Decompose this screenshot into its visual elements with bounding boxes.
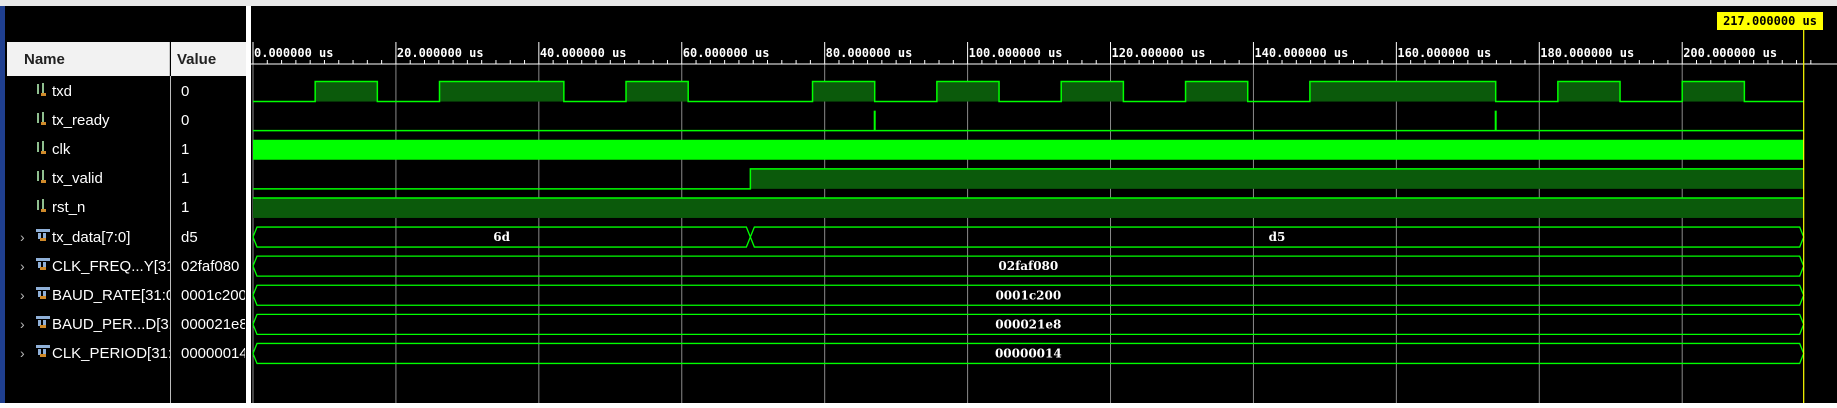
- signal-row-name[interactable]: tx_ready: [20, 106, 170, 135]
- bus-icon: [34, 281, 52, 309]
- left-edge-bar: [0, 6, 5, 403]
- signal-name-label: CLK_FREQ...Y[31:0]: [52, 257, 170, 275]
- column-header-value-label: Value: [177, 51, 217, 68]
- signal-name-label: clk: [52, 141, 71, 159]
- signal-row-value[interactable]: d5: [181, 223, 245, 252]
- signal-name-label: BAUD_RATE[31:0]: [52, 286, 170, 304]
- ruler-tick-label: 40.000000 us: [540, 46, 627, 60]
- signal-row-value[interactable]: 0: [181, 77, 245, 106]
- signal-row-value[interactable]: 0: [181, 106, 245, 135]
- bus-icon: [34, 310, 52, 338]
- waveform-high-fill: [315, 81, 378, 102]
- column-header-name[interactable]: Name: [7, 42, 170, 76]
- signal-name-label: txd: [52, 83, 73, 100]
- signal-row-name[interactable]: › CLK_FREQ...Y[31:0]: [20, 252, 170, 281]
- waveform-high-fill: [1682, 81, 1745, 102]
- wire-icon: [34, 136, 52, 164]
- signal-row-value[interactable]: 000021e8: [181, 310, 245, 339]
- signal-row-value[interactable]: 1: [181, 135, 245, 164]
- signal-row-name[interactable]: › tx_data[7:0]: [20, 223, 170, 252]
- wire-icon: [34, 165, 52, 193]
- bus-icon: [34, 339, 52, 367]
- ruler-tick-label: 100.000000 us: [969, 46, 1063, 60]
- signal-row-value[interactable]: 1: [181, 164, 245, 193]
- bus-icon: [34, 252, 52, 280]
- bus-value-label: 0001c200: [995, 288, 1061, 302]
- signal-row-name[interactable]: › BAUD_RATE[31:0]: [20, 281, 170, 310]
- bus-value-label: 02faf080: [998, 259, 1058, 273]
- column-divider[interactable]: [170, 76, 171, 403]
- column-header-value[interactable]: Value: [171, 42, 246, 76]
- waveform-high-fill: [812, 81, 875, 102]
- ruler-tick-label: 0.000000 us: [254, 46, 333, 60]
- waveform-high-fill: [439, 81, 564, 102]
- ruler-tick-label: 200.000000 us: [1683, 46, 1777, 60]
- waveform-high-fill: [253, 197, 1804, 218]
- bus-value-label: 6d: [493, 230, 510, 244]
- bus-value-label: d5: [1269, 230, 1286, 244]
- signal-row-value[interactable]: 00000014: [181, 339, 245, 368]
- signal-name-label: tx_data[7:0]: [52, 228, 131, 246]
- signal-row-name[interactable]: txd: [20, 77, 170, 106]
- signal-name-label: BAUD_PER...D[31:0]: [52, 315, 170, 333]
- expand-chevron-icon[interactable]: ›: [20, 281, 34, 310]
- wire-icon: [34, 107, 52, 135]
- ruler-tick-label: 120.000000 us: [1112, 46, 1206, 60]
- expand-chevron-icon[interactable]: ›: [20, 339, 34, 368]
- ruler-tick-label: 160.000000 us: [1397, 46, 1491, 60]
- ruler-tick-label: 140.000000 us: [1254, 46, 1348, 60]
- waveform-high-fill: [936, 81, 1000, 102]
- signal-row-name[interactable]: clk: [20, 135, 170, 164]
- bus-icon: [34, 223, 52, 251]
- bus-value-label: 00000014: [995, 346, 1062, 360]
- wire-icon: [34, 194, 52, 222]
- waveform-high-fill: [750, 168, 1804, 189]
- cursor-time-label: 217.000000 us: [1717, 12, 1823, 30]
- column-header-name-label: Name: [24, 51, 65, 68]
- clock-waveform: [253, 139, 1804, 160]
- ruler-tick-label: 180.000000 us: [1540, 46, 1634, 60]
- ruler-tick-label: 60.000000 us: [683, 46, 770, 60]
- signal-row-value[interactable]: 0001c200: [181, 281, 245, 310]
- signal-row-name[interactable]: rst_n: [20, 193, 170, 222]
- waveform-high-fill: [1185, 81, 1248, 102]
- waveform-pane[interactable]: 0.000000 us 20.000000 us 40.000000 us 60.00…: [251, 6, 1837, 403]
- waveform-high-fill: [1309, 81, 1496, 102]
- signal-name-label: CLK_PERIOD[31:0]: [52, 344, 170, 362]
- signal-row-value[interactable]: 02faf080: [181, 252, 245, 281]
- bus-value-label: 000021e8: [995, 317, 1061, 331]
- signal-row-name[interactable]: › BAUD_PER...D[31:0]: [20, 310, 170, 339]
- ruler-tick-label: 80.000000 us: [826, 46, 913, 60]
- waveform-high-fill: [626, 81, 689, 102]
- expand-chevron-icon[interactable]: ›: [20, 252, 34, 281]
- signal-row-name[interactable]: tx_valid: [20, 164, 170, 193]
- expand-chevron-icon[interactable]: ›: [20, 310, 34, 339]
- wire-icon: [34, 78, 52, 106]
- waveform-high-fill: [1061, 81, 1124, 102]
- ruler-tick-label: 20.000000 us: [397, 46, 484, 60]
- signal-row-name[interactable]: › CLK_PERIOD[31:0]: [20, 339, 170, 368]
- signal-name-label: tx_valid: [52, 170, 103, 188]
- waveform-high-fill: [1557, 81, 1621, 102]
- signal-row-value[interactable]: 1: [181, 193, 245, 222]
- expand-chevron-icon[interactable]: ›: [20, 223, 34, 252]
- signal-name-label: rst_n: [52, 199, 86, 217]
- waveform-canvas[interactable]: 0.000000 us 20.000000 us 40.000000 us 60.00…: [251, 6, 1837, 403]
- signal-name-label: tx_ready: [52, 112, 110, 130]
